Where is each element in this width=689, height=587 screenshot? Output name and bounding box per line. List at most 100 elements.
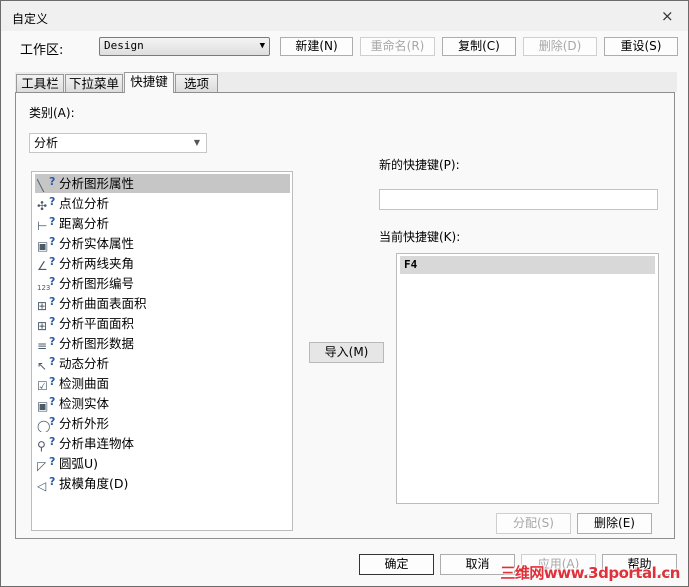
new-shortcut-label: 新的快捷键(P): bbox=[379, 158, 460, 172]
import-button[interactable]: 导入(M) bbox=[309, 342, 384, 363]
check-solid-icon: ▣? bbox=[37, 395, 59, 413]
command-label: 分析实体属性 bbox=[59, 236, 135, 251]
svg-text:✣: ✣ bbox=[37, 199, 47, 212]
shortcut-item[interactable]: F4 bbox=[400, 256, 655, 274]
customize-dialog: 自定义 × 工作区: Design ▼ 新建(N) 重命名(R) 复制(C) 删… bbox=[0, 0, 689, 587]
svg-text:?: ? bbox=[49, 295, 55, 308]
command-item[interactable]: ⚲? 分析串连物体 bbox=[35, 434, 290, 453]
assign-button[interactable]: 分配(S) bbox=[496, 513, 571, 534]
command-label: 检测曲面 bbox=[59, 376, 110, 391]
current-shortcut-list[interactable]: F4 bbox=[396, 253, 659, 504]
command-item[interactable]: ⊞? 分析曲面表面积 bbox=[35, 294, 290, 313]
tab-toolbars[interactable]: 工具栏 bbox=[16, 74, 64, 92]
close-icon[interactable]: × bbox=[661, 7, 674, 25]
plane-area-query-icon: ⊞? bbox=[37, 315, 59, 333]
command-item[interactable]: 123? 分析图形编号 bbox=[35, 274, 290, 293]
svg-text:?: ? bbox=[49, 195, 55, 208]
command-label: 分析两线夹角 bbox=[59, 256, 135, 271]
command-item[interactable]: ▣? 检测实体 bbox=[35, 394, 290, 413]
command-item[interactable]: ∠? 分析两线夹角 bbox=[35, 254, 290, 273]
command-item[interactable]: ◁? 拔模角度(D) bbox=[35, 474, 290, 493]
dialog-title: 自定义 bbox=[12, 12, 49, 26]
arc-query-icon: ◸? bbox=[37, 455, 59, 473]
svg-text:▣: ▣ bbox=[37, 239, 48, 252]
watermark: 三维网www.3dportal.cn bbox=[500, 564, 680, 582]
chevron-down-icon: ▼ bbox=[193, 138, 200, 147]
command-item[interactable]: ◯? 分析外形 bbox=[35, 414, 290, 433]
workspace-dropdown[interactable]: Design ▼ bbox=[99, 37, 270, 56]
command-label: 距离分析 bbox=[59, 216, 110, 231]
command-item[interactable]: ◸? 圆弧U) bbox=[35, 454, 290, 473]
reset-workspace-button[interactable]: 重设(S) bbox=[604, 37, 678, 56]
svg-text:?: ? bbox=[49, 375, 55, 388]
command-label: 分析平面面积 bbox=[59, 316, 135, 331]
command-label: 点位分析 bbox=[59, 196, 110, 211]
command-label: 分析外形 bbox=[59, 416, 110, 431]
command-item[interactable]: ↖? 动态分析 bbox=[35, 354, 290, 373]
ok-button[interactable]: 确定 bbox=[359, 554, 434, 575]
svg-text:?: ? bbox=[49, 235, 55, 248]
new-shortcut-input[interactable] bbox=[379, 189, 658, 210]
number-query-icon: 123? bbox=[37, 275, 59, 292]
command-item[interactable]: ⊞? 分析平面面积 bbox=[35, 314, 290, 333]
rename-workspace-button[interactable]: 重命名(R) bbox=[360, 37, 435, 56]
svg-text:⊢: ⊢ bbox=[37, 219, 47, 232]
surface-area-query-icon: ⊞? bbox=[37, 295, 59, 313]
svg-text:?: ? bbox=[49, 255, 55, 268]
command-item[interactable]: ⊢? 距离分析 bbox=[35, 214, 290, 233]
tab-menus[interactable]: 下拉菜单 bbox=[65, 74, 123, 92]
contour-query-icon: ◯? bbox=[37, 415, 59, 433]
tab-options[interactable]: 选项 bbox=[175, 74, 218, 92]
svg-text:?: ? bbox=[49, 395, 55, 408]
tab-shortcuts[interactable]: 快捷键 bbox=[124, 72, 174, 93]
svg-text:↖: ↖ bbox=[37, 359, 47, 372]
svg-text:⚲: ⚲ bbox=[37, 439, 46, 452]
command-item[interactable]: ▣? 分析实体属性 bbox=[35, 234, 290, 253]
delete-workspace-button[interactable]: 删除(D) bbox=[523, 37, 597, 56]
new-workspace-button[interactable]: 新建(N) bbox=[280, 37, 353, 56]
command-label: 圆弧U) bbox=[59, 456, 99, 471]
point-query-icon: ✣? bbox=[37, 195, 59, 213]
command-list[interactable]: ╲? 分析图形属性 ✣? 点位分析 ⊢? 距离分析 ▣? 分析实体属性 ∠? 分析两线夹角 123?… bbox=[31, 171, 293, 531]
command-item[interactable]: ✣? 点位分析 bbox=[35, 194, 290, 213]
svg-text:⊞: ⊞ bbox=[37, 319, 47, 332]
command-item[interactable]: ╲? 分析图形属性 bbox=[35, 174, 290, 193]
chain-query-icon: ⚲? bbox=[37, 435, 59, 453]
chevron-down-icon: ▼ bbox=[259, 41, 265, 51]
solid-query-icon: ▣? bbox=[37, 235, 59, 253]
command-item[interactable]: ☑? 检测曲面 bbox=[35, 374, 290, 393]
current-shortcut-label: 当前快捷键(K): bbox=[379, 230, 461, 244]
title-bar: 自定义 × bbox=[1, 1, 688, 31]
command-label: 分析曲面表面积 bbox=[59, 296, 147, 311]
svg-text:?: ? bbox=[49, 275, 55, 288]
check-surface-icon: ☑? bbox=[37, 375, 59, 393]
dynamic-query-icon: ↖? bbox=[37, 355, 59, 373]
command-label: 动态分析 bbox=[59, 356, 110, 371]
data-query-icon: ≡? bbox=[37, 335, 59, 353]
svg-text:≡: ≡ bbox=[37, 339, 47, 352]
draft-angle-icon: ◁? bbox=[36, 475, 59, 493]
svg-text:╲: ╲ bbox=[37, 178, 45, 192]
category-label: 类别(A): bbox=[29, 106, 75, 120]
command-label: 分析图形编号 bbox=[59, 276, 135, 291]
svg-text:?: ? bbox=[49, 215, 55, 228]
command-item[interactable]: ≡? 分析图形数据 bbox=[35, 334, 290, 353]
svg-text:▣: ▣ bbox=[37, 399, 48, 412]
category-value: 分析 bbox=[34, 136, 59, 150]
svg-text:?: ? bbox=[49, 415, 55, 428]
angle-query-icon: ∠? bbox=[37, 255, 59, 273]
copy-workspace-button[interactable]: 复制(C) bbox=[442, 37, 516, 56]
command-label: 拔模角度(D) bbox=[59, 476, 129, 491]
workspace-label: 工作区: bbox=[20, 43, 64, 58]
svg-text:?: ? bbox=[49, 175, 55, 188]
svg-text:?: ? bbox=[49, 435, 55, 448]
line-query-icon: ╲? bbox=[36, 175, 59, 193]
distance-query-icon: ⊢? bbox=[37, 215, 59, 233]
workspace-value: Design bbox=[104, 39, 144, 52]
svg-text:?: ? bbox=[49, 455, 55, 468]
remove-shortcut-button[interactable]: 删除(E) bbox=[577, 513, 652, 534]
command-label: 分析串连物体 bbox=[59, 436, 135, 451]
svg-text:◁: ◁ bbox=[37, 479, 46, 492]
category-dropdown[interactable]: 分析 ▼ bbox=[29, 133, 207, 153]
svg-text:?: ? bbox=[49, 315, 55, 328]
